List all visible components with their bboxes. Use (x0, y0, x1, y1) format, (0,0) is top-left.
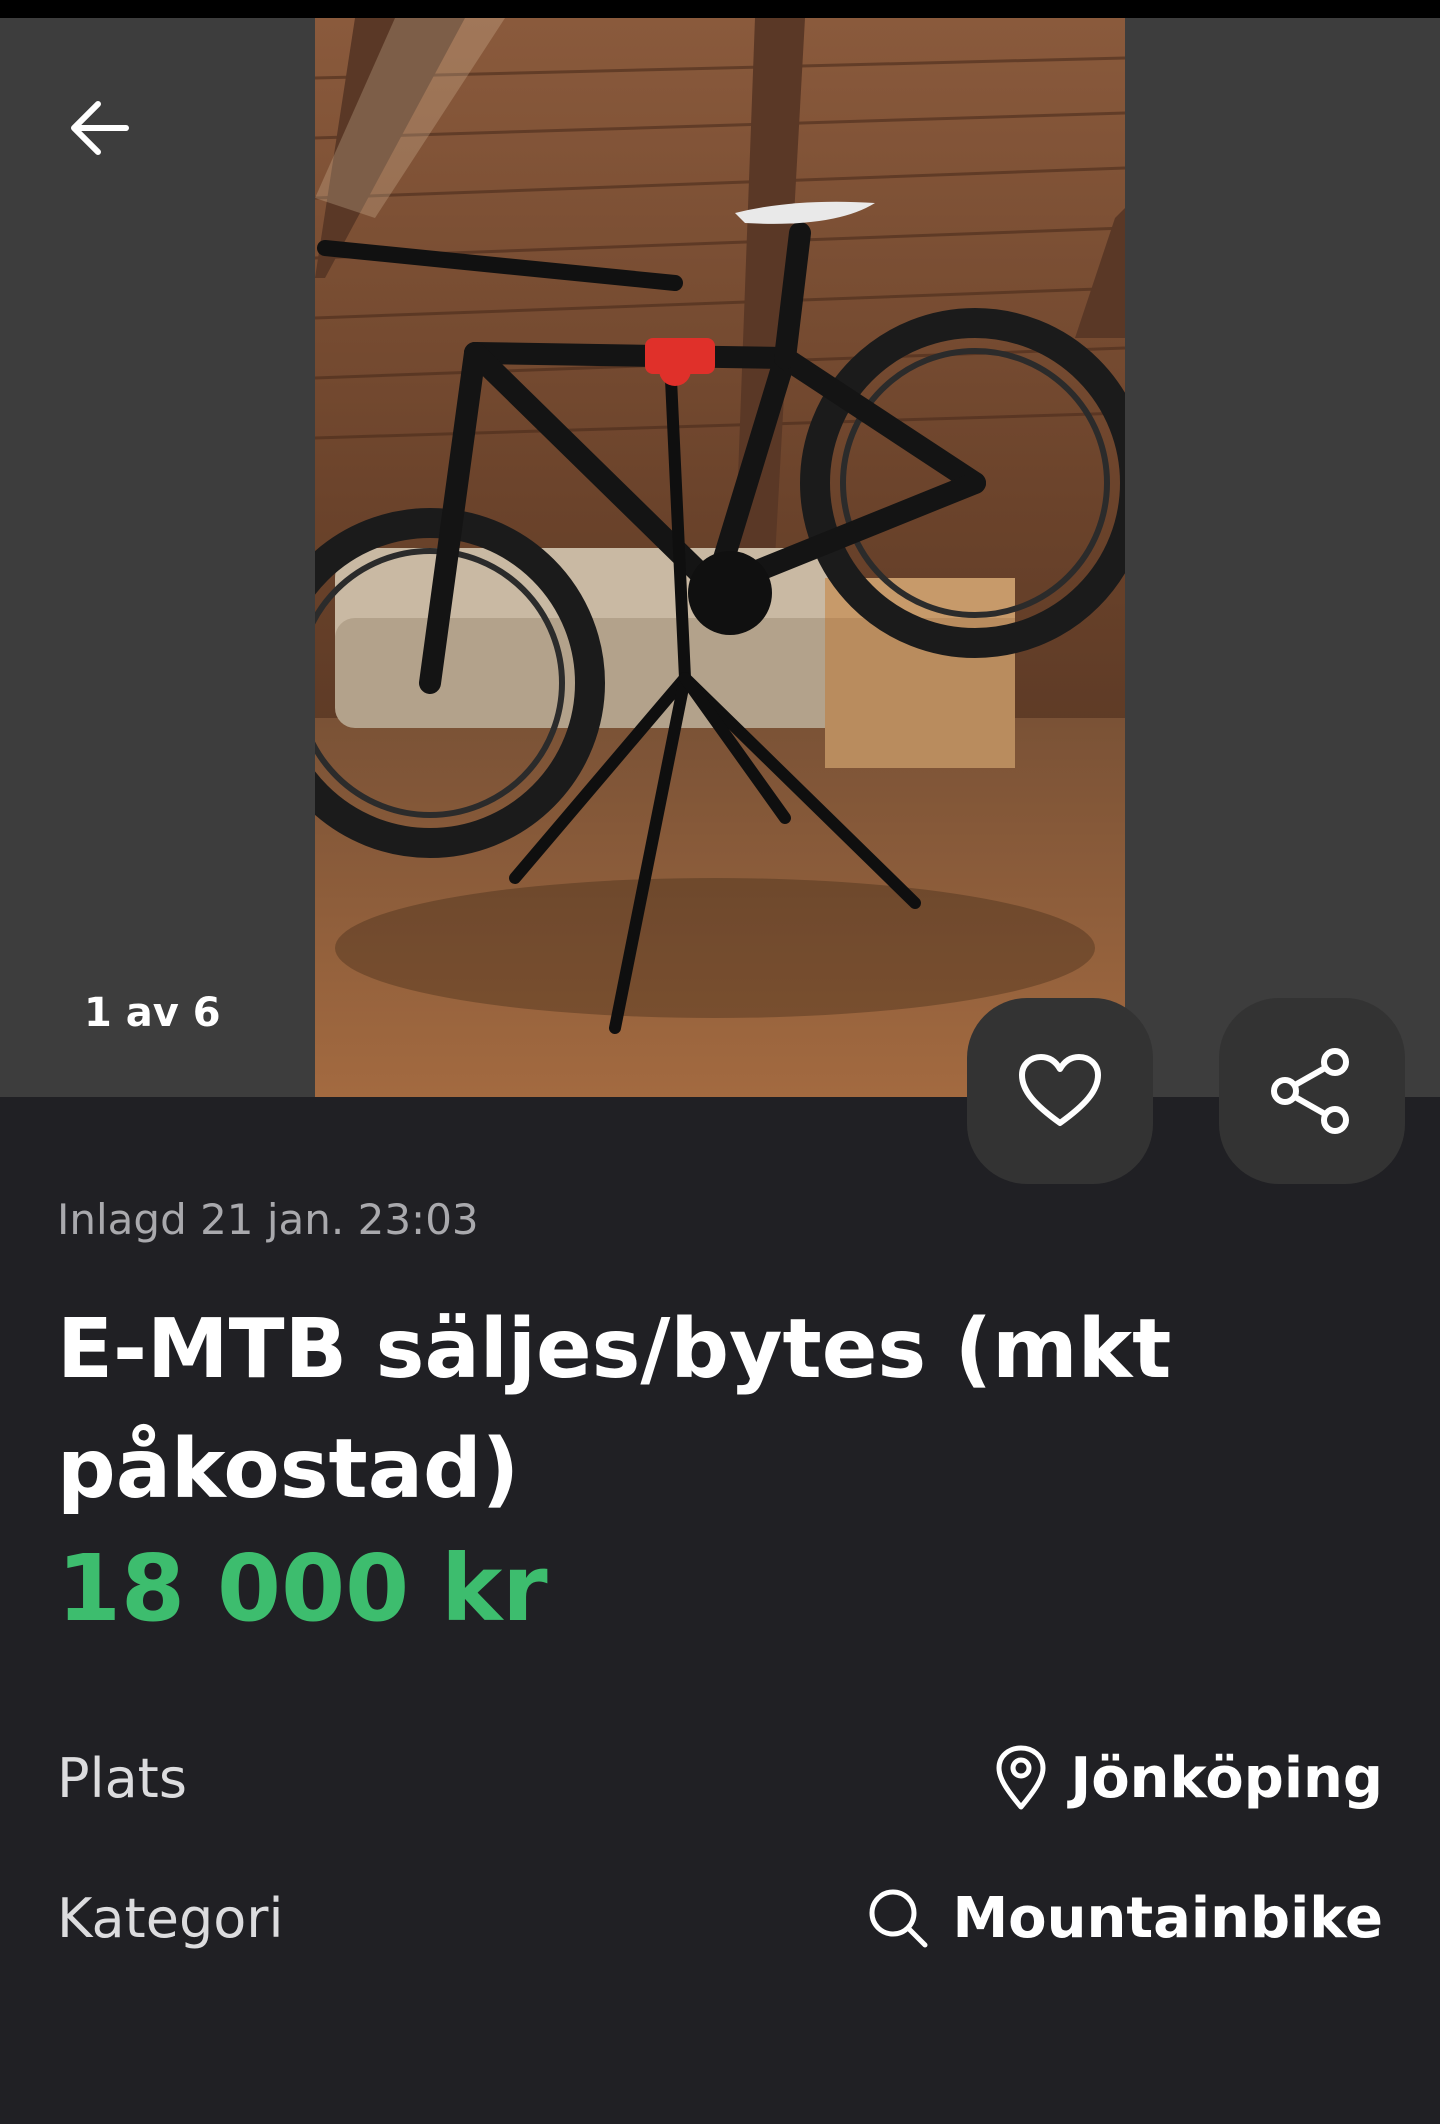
image-gallery[interactable]: 1 av 6 (0, 18, 1440, 1097)
category-label: Kategori (57, 1886, 284, 1950)
listing-price: 18 000 kr (57, 1535, 548, 1642)
category-link[interactable]: Mountainbike (866, 1886, 1383, 1951)
image-counter: 1 av 6 (84, 990, 221, 1036)
category-value: Mountainbike (952, 1885, 1383, 1951)
location-link[interactable]: Jönköping (994, 1745, 1383, 1811)
listing-title: E-MTB säljes/bytes (mkt påkostad) (57, 1302, 1172, 1517)
heart-icon (1019, 1054, 1101, 1126)
listing-photo[interactable] (315, 18, 1125, 1097)
posted-date: Inlagd 21 jan. 23:03 (57, 1195, 479, 1244)
status-bar (0, 0, 1440, 18)
bike-photo-image (315, 18, 1125, 1097)
favorite-button[interactable] (967, 998, 1153, 1184)
search-icon (866, 1886, 930, 1950)
location-value: Jönköping (1070, 1745, 1383, 1811)
category-row: Kategori Mountainbike (57, 1868, 1383, 1968)
share-icon (1271, 1048, 1349, 1134)
location-pin-icon (994, 1745, 1048, 1811)
arrow-left-icon (71, 101, 129, 155)
location-label: Plats (57, 1746, 187, 1810)
share-button[interactable] (1219, 998, 1405, 1184)
location-row: Plats Jönköping (57, 1728, 1383, 1828)
back-button[interactable] (60, 88, 140, 168)
